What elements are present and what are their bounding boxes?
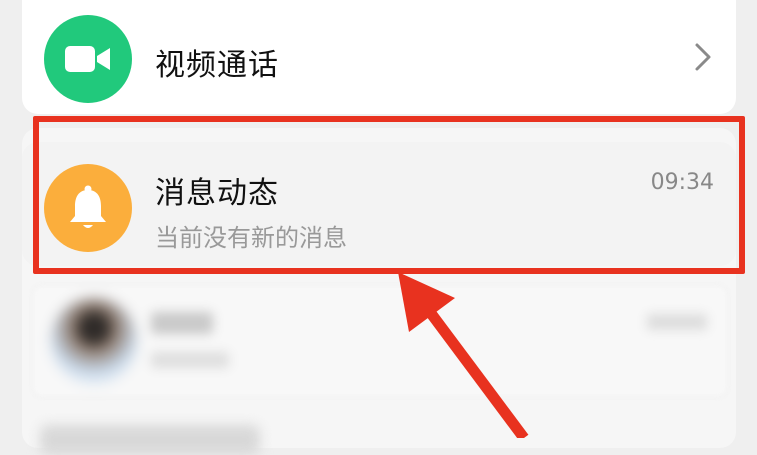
annotation-arrow — [398, 272, 529, 438]
